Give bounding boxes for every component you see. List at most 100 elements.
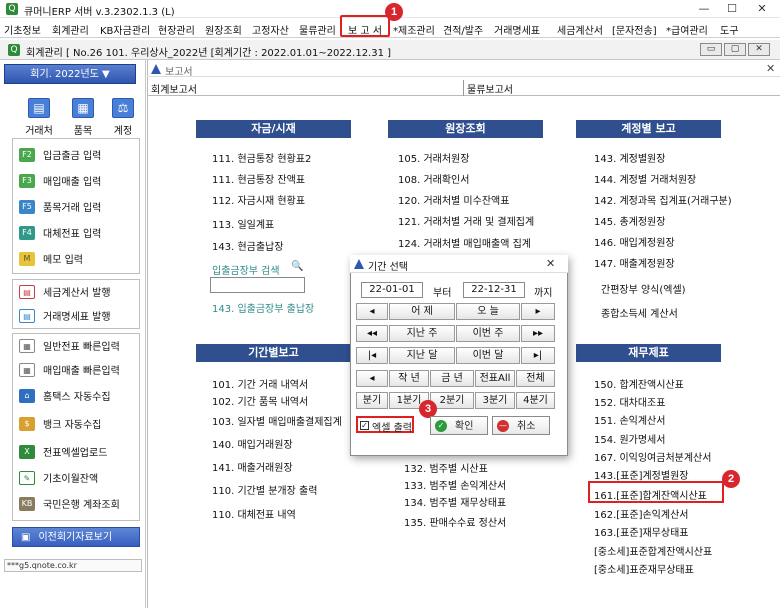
menu-tax-invoice[interactable]: 세금계산서 — [557, 22, 603, 37]
report-item[interactable]: 110. 기간별 분개장 출력 — [212, 482, 317, 497]
q4-button[interactable]: 4분기 — [516, 392, 555, 409]
minimize-button[interactable]: — — [690, 1, 718, 17]
sidebar-item-hometax[interactable]: ⌂ 홈택스 자동수집 — [19, 388, 111, 408]
search-input[interactable] — [210, 277, 305, 293]
item-button[interactable]: ▦ 품목 — [64, 98, 102, 137]
sidebar-item-excel-upload[interactable]: X 전표엑셀업로드 — [19, 444, 107, 464]
prev-month-button[interactable]: |◂ — [356, 347, 388, 364]
cancel-button[interactable]: — 취소 — [492, 416, 550, 435]
prev-week-button[interactable]: ◂◂ — [356, 325, 388, 342]
fiscal-year-selector[interactable]: 회기. 2022년도 ▼ — [4, 64, 136, 84]
report-item[interactable]: 121. 거래처별 거래 및 결제집계 — [398, 213, 534, 228]
report-item[interactable]: 145. 총계정원장 — [594, 213, 665, 228]
sidebar-item-quick-general[interactable]: ▦ 일반전표 빠른입력 — [19, 338, 120, 358]
report-item[interactable]: 150. 합계잔액시산표 — [594, 376, 684, 391]
all-button[interactable]: 전체 — [516, 370, 555, 387]
sidebar-item-opening-balance[interactable]: ✎ 기초이월잔액 — [19, 470, 98, 490]
report-item[interactable]: 간편장부 양식(엑셀) — [601, 281, 686, 296]
sidebar-item-cash-entry[interactable]: F2 입금출금 입력 — [19, 147, 101, 167]
report-item[interactable]: 110. 대체전표 내역 — [212, 506, 296, 521]
menu-site[interactable]: 현장관리 — [158, 22, 195, 37]
sidebar-item-product-entry[interactable]: F5 품목거래 입력 — [19, 199, 101, 219]
search-icon[interactable]: 🔍 — [291, 261, 303, 272]
menu-accounting[interactable]: 회계관리 — [52, 22, 89, 37]
last-month-button[interactable]: 지난 달 — [389, 347, 455, 364]
next-month-button[interactable]: ▸| — [521, 347, 555, 364]
report-item[interactable]: 103. 일자별 매입매출결제집계 — [212, 413, 342, 428]
report-item[interactable]: 140. 매입거래원장 — [212, 436, 293, 451]
report-item[interactable]: 143. 현금출납장 — [212, 238, 283, 253]
report-window-close-icon[interactable]: ✕ — [766, 62, 775, 75]
report-item[interactable]: 162.[표준]손익계산서 — [594, 506, 688, 521]
report-item[interactable]: 135. 판매수수료 정산서 — [404, 514, 506, 529]
report-item[interactable]: 143. 입출금장부 출납장 — [212, 300, 314, 315]
previous-period-button[interactable]: ▣ 이전회기자료보기 — [12, 527, 140, 547]
menu-payroll[interactable]: *급여관리 — [666, 22, 708, 37]
menu-statement[interactable]: 거래명세표 — [494, 22, 540, 37]
maximize-button[interactable]: ☐ — [718, 1, 746, 17]
report-item[interactable]: 143.[표준]계정별원장 — [594, 467, 688, 482]
report-item[interactable]: 163.[표준]재무상태표 — [594, 524, 688, 539]
menu-kb-fund[interactable]: KB자금관리 — [100, 22, 150, 37]
close-button[interactable]: ✕ — [748, 1, 776, 17]
sidebar-item-kb-account[interactable]: KB 국민은행 계좌조회 — [19, 496, 120, 516]
report-item[interactable]: 151. 손익계산서 — [594, 412, 665, 427]
report-item[interactable]: 143. 계정별원장 — [594, 150, 665, 165]
to-date-input[interactable]: 22-12-31 — [463, 282, 525, 298]
tab-logistics-report[interactable]: 물류보고서 — [467, 81, 513, 96]
menu-logistics[interactable]: 물류관리 — [299, 22, 336, 37]
report-item[interactable]: 120. 거래처별 미수잔액표 — [398, 192, 509, 207]
menu-manufacturing[interactable]: *제조관리 — [393, 22, 435, 37]
report-item[interactable]: 105. 거래처원장 — [398, 150, 469, 165]
menu-tools[interactable]: 도구 — [720, 22, 738, 37]
report-item[interactable]: 144. 계정별 거래처원장 — [594, 171, 696, 186]
report-item[interactable]: 167. 이익잉여금처분계산서 — [594, 449, 711, 464]
menu-ledger[interactable]: 원장조회 — [205, 22, 242, 37]
mdi-restore-button[interactable]: ▢ — [724, 43, 746, 56]
report-item[interactable]: 134. 범주별 재무상태표 — [404, 494, 506, 509]
sidebar-item-memo-entry[interactable]: M 메모 입력 — [19, 251, 83, 271]
mdi-minimize-button[interactable]: ▭ — [700, 43, 722, 56]
prev-day-button[interactable]: ◂ — [356, 303, 388, 320]
report-item[interactable]: [중소세]표준재무상태표 — [594, 561, 694, 576]
report-item[interactable]: 141. 매출거래원장 — [212, 459, 293, 474]
last-week-button[interactable]: 지난 주 — [389, 325, 455, 342]
report-item[interactable]: 133. 범주별 손익계산서 — [404, 477, 506, 492]
report-item[interactable]: 102. 기간 품목 내역서 — [212, 393, 308, 408]
report-item[interactable]: 111. 현금통장 현황표2 — [212, 150, 311, 165]
report-item[interactable]: 132. 범주별 시산표 — [404, 460, 488, 475]
customer-button[interactable]: ▤ 거래처 — [20, 98, 58, 137]
sidebar-item-bank-collect[interactable]: $ 뱅크 자동수집 — [19, 416, 101, 436]
quarter-label-button[interactable]: 분기 — [356, 392, 388, 409]
report-item[interactable]: 147. 매출계정원장 — [594, 255, 675, 270]
next-week-button[interactable]: ▸▸ — [521, 325, 555, 342]
report-item[interactable]: [중소세]표준합계잔액시산표 — [594, 543, 712, 558]
sidebar-item-quick-purchase[interactable]: ▦ 매입매출 빠른입력 — [19, 362, 120, 382]
yesterday-button[interactable]: 어 제 — [389, 303, 455, 320]
sidebar-item-purchase-entry[interactable]: F3 매입매출 입력 — [19, 173, 101, 193]
report-item[interactable]: 111. 현금통장 잔액표 — [212, 171, 305, 186]
this-month-button[interactable]: 이번 달 — [456, 347, 520, 364]
report-item[interactable]: 142. 계정과목 집계표(거래구분) — [594, 192, 732, 207]
menu-basic-info[interactable]: 기초정보 — [4, 22, 41, 37]
report-item[interactable]: 113. 일일계표 — [212, 216, 274, 231]
last-year-button[interactable]: 작 년 — [389, 370, 429, 387]
report-item[interactable]: 124. 거래처별 매입매출액 집계 — [398, 235, 531, 250]
report-item[interactable]: 101. 기간 거래 내역서 — [212, 376, 308, 391]
this-year-button[interactable]: 금 년 — [430, 370, 474, 387]
tab-accounting-report[interactable]: 회계보고서 — [151, 81, 197, 96]
today-button[interactable]: 오 늘 — [456, 303, 520, 320]
dialog-close-icon[interactable]: ✕ — [546, 257, 555, 270]
menu-sms[interactable]: [문자전송] — [612, 22, 657, 37]
report-item[interactable]: 152. 대차대조표 — [594, 394, 665, 409]
report-item[interactable]: 108. 거래확인서 — [398, 171, 469, 186]
all-vouchers-button[interactable]: 전표All — [475, 370, 515, 387]
account-button[interactable]: ⚖ 계정 — [108, 98, 138, 137]
sidebar-item-statement[interactable]: ▤ 거래명세표 발행 — [19, 308, 111, 328]
report-item[interactable]: 154. 원가명세서 — [594, 431, 665, 446]
prev-year-button[interactable]: ◂ — [356, 370, 388, 387]
excel-output-checkbox[interactable]: ✓ 엑셀 출력 — [356, 416, 414, 434]
from-date-input[interactable]: 22-01-01 — [361, 282, 423, 298]
ok-button[interactable]: ✓ 확인 — [430, 416, 488, 435]
menu-quotation[interactable]: 견적/발주 — [443, 22, 483, 37]
